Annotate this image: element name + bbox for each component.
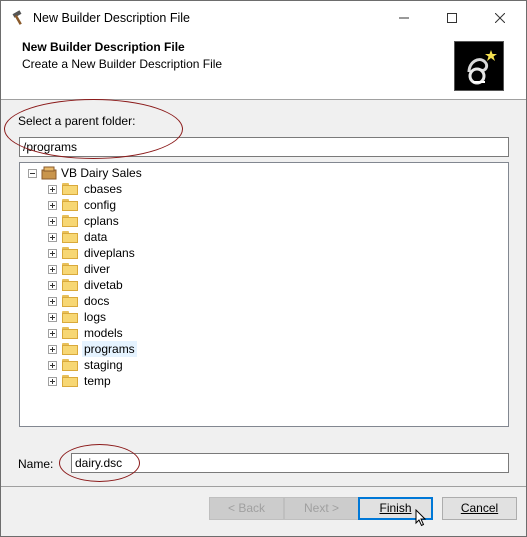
maximize-icon xyxy=(447,13,457,23)
annotation-ellipse-name xyxy=(59,444,140,482)
tree-folder-item[interactable]: diver xyxy=(48,261,248,277)
expand-icon[interactable] xyxy=(48,329,57,338)
tree-folder-label: data xyxy=(84,230,108,244)
tree-folder-item[interactable]: cplans xyxy=(48,213,248,229)
folder-icon xyxy=(62,311,78,323)
expand-icon[interactable] xyxy=(48,297,57,306)
tree-folder-item[interactable]: temp xyxy=(48,373,248,389)
minimize-icon xyxy=(399,17,409,19)
hammer-icon xyxy=(12,10,22,25)
expand-icon[interactable] xyxy=(48,249,57,258)
next-button[interactable]: Next > xyxy=(284,497,359,520)
tree-folder-item[interactable]: programs xyxy=(48,341,248,357)
back-button[interactable]: < Back xyxy=(209,497,284,520)
tree-folder-item[interactable]: data xyxy=(48,229,248,245)
expand-icon[interactable] xyxy=(48,313,57,322)
project-icon xyxy=(41,166,57,180)
tree-root[interactable]: VB Dairy Sales xyxy=(28,165,228,181)
banner-title: New Builder Description File xyxy=(22,40,185,54)
tree-folder-label: cplans xyxy=(84,214,119,228)
folder-icon xyxy=(62,295,78,307)
wizard-logo-icon xyxy=(454,41,504,91)
expand-icon[interactable] xyxy=(48,377,57,386)
tree-folder-item[interactable]: staging xyxy=(48,357,248,373)
tree-folder-label: temp xyxy=(84,374,111,388)
expand-icon[interactable] xyxy=(48,361,57,370)
close-icon xyxy=(495,13,505,23)
close-button[interactable] xyxy=(477,1,523,35)
tree-folder-label: divetab xyxy=(84,278,123,292)
expand-icon[interactable] xyxy=(48,185,57,194)
tree-folder-item[interactable]: cbases xyxy=(48,181,248,197)
tree-folder-label: staging xyxy=(84,358,123,372)
folder-icon xyxy=(62,215,78,227)
folder-icon xyxy=(62,231,78,243)
tree-folder-item[interactable]: logs xyxy=(48,309,248,325)
minimize-button[interactable] xyxy=(381,1,427,35)
tree-folder-label: programs xyxy=(82,341,137,357)
tree-root-label: VB Dairy Sales xyxy=(61,166,142,180)
collapse-icon[interactable] xyxy=(28,169,37,178)
tree-folder-label: docs xyxy=(84,294,110,308)
tree-folder-item[interactable]: divetab xyxy=(48,277,248,293)
expand-icon[interactable] xyxy=(48,217,57,226)
expand-icon[interactable] xyxy=(48,345,57,354)
folder-tree[interactable]: VB Dairy Sales cbases config cplans data div… xyxy=(19,162,509,427)
folder-icon xyxy=(62,199,78,211)
tree-folder-label: diver xyxy=(84,262,111,276)
cancel-button-label: Cancel xyxy=(460,501,499,515)
folder-icon xyxy=(62,327,78,339)
expand-icon[interactable] xyxy=(48,201,57,210)
finish-button-label: Finish xyxy=(379,501,412,515)
maximize-button[interactable] xyxy=(429,1,475,35)
dialog-window: New Builder Description File New Builder… xyxy=(0,0,527,537)
folder-icon xyxy=(62,359,78,371)
tree-folder-label: config xyxy=(84,198,117,212)
folder-icon xyxy=(62,279,78,291)
tree-folder-item[interactable]: diveplans xyxy=(48,245,248,261)
tree-folder-label: diveplans xyxy=(84,246,135,260)
window-title: New Builder Description File xyxy=(33,11,191,25)
tree-folder-label: models xyxy=(84,326,123,340)
tree-folder-item[interactable]: config xyxy=(48,197,248,213)
banner-subtitle: Create a New Builder Description File xyxy=(22,57,223,71)
wizard-banner: New Builder Description File Create a Ne… xyxy=(1,35,526,100)
folder-icon xyxy=(62,343,78,355)
folder-icon xyxy=(62,375,78,387)
mouse-cursor-icon xyxy=(415,509,427,527)
title-bar: New Builder Description File xyxy=(1,1,526,35)
footer-divider xyxy=(1,486,526,487)
expand-icon[interactable] xyxy=(48,233,57,242)
cancel-button[interactable]: Cancel xyxy=(442,497,517,520)
folder-icon xyxy=(62,263,78,275)
name-label: Name: xyxy=(18,457,54,471)
folder-icon xyxy=(62,247,78,259)
tree-folder-item[interactable]: models xyxy=(48,325,248,341)
tree-folder-item[interactable]: docs xyxy=(48,293,248,309)
folder-icon xyxy=(62,183,78,195)
tree-folder-label: logs xyxy=(84,310,107,324)
annotation-ellipse-parent-folder xyxy=(4,99,183,159)
tree-folder-label: cbases xyxy=(84,182,123,196)
expand-icon[interactable] xyxy=(48,265,57,274)
expand-icon[interactable] xyxy=(48,281,57,290)
